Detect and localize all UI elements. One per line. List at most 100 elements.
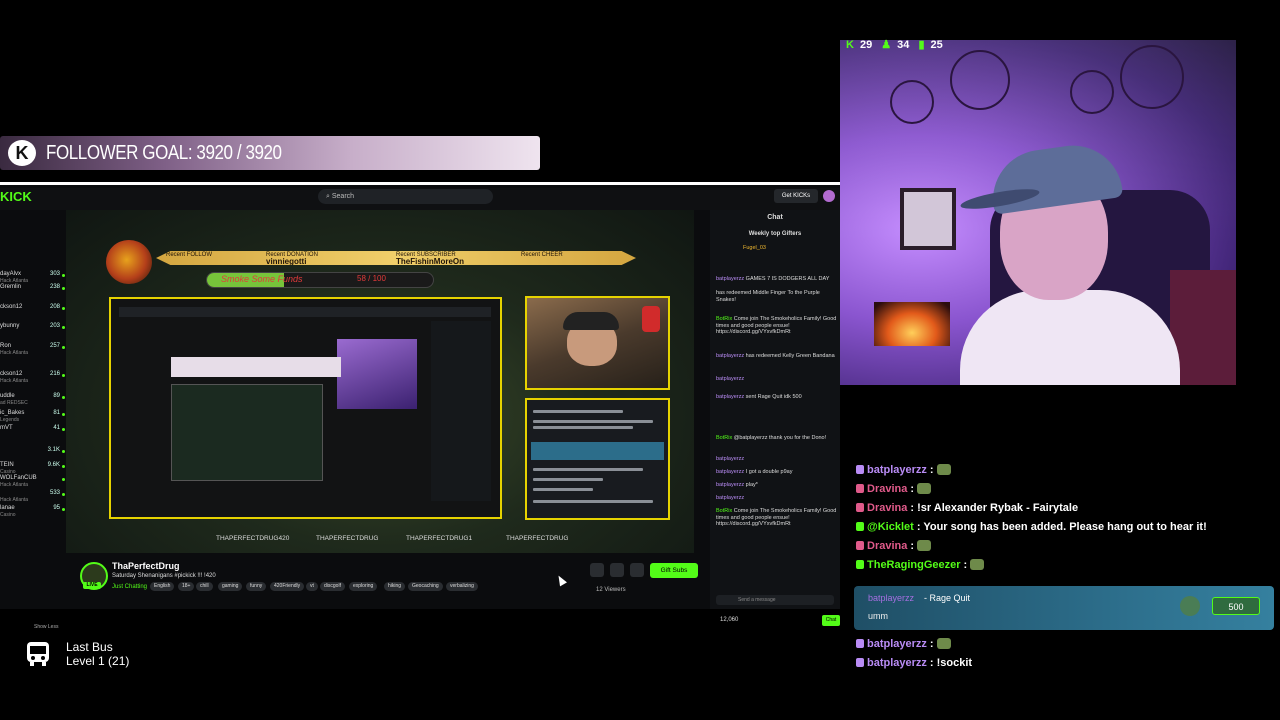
chat-text: @batplayerzz thank you for the Dono!	[733, 435, 827, 441]
overlay-username: Dravina	[867, 502, 908, 514]
overlay-chat-message: TheRagingGeezer:	[856, 559, 985, 575]
user-badge-icon	[856, 541, 864, 550]
sidebar-channel[interactable]: TEIN Casino 9.6K	[0, 462, 66, 475]
sidebar-channel[interactable]: lanae Casino 95	[0, 505, 66, 518]
kick-logo[interactable]: KICK	[0, 189, 32, 204]
stream-tag[interactable]: hiking	[384, 582, 406, 591]
overlay-message-text: :	[929, 464, 934, 476]
social-links-bar: THAPERFECTDRUG420 THAPERFECTDRUG THAPERF…	[216, 535, 696, 547]
redeem-user: batplayerzz	[868, 593, 915, 603]
get-kicks-button[interactable]: Get KICKs	[774, 189, 818, 203]
sidebar-channel[interactable]: uddle ad REDSEC 89	[0, 393, 66, 406]
chat-username[interactable]: batplayerzz	[716, 469, 744, 475]
sidebar-channel[interactable]: Hack Atlanta 533	[0, 490, 66, 503]
weekly-top-gifters: Weekly top Gifters	[748, 231, 802, 237]
chat-line	[533, 468, 643, 471]
channel-viewers: 257	[49, 343, 60, 349]
channel-viewers: 203	[49, 323, 60, 329]
live-dot-icon	[62, 374, 65, 377]
chat-header: Chat	[767, 214, 783, 221]
stream-tag[interactable]: Geocaching	[408, 582, 443, 591]
stream-tag[interactable]: English	[150, 582, 175, 591]
top-gifter: Fugel_03	[743, 245, 766, 251]
gift-subs-button[interactable]: Gift Subs	[650, 563, 698, 578]
chat-username[interactable]: batplayerzz	[716, 456, 744, 462]
overlay-username: @Kicklet	[867, 521, 914, 533]
chat-message: batplayerzz play*	[716, 482, 838, 489]
notification-bell-icon[interactable]	[590, 563, 604, 577]
chat-username[interactable]: batplayerzz	[716, 495, 744, 501]
recent-cheer: Recent CHEER	[521, 252, 563, 258]
chat-username[interactable]: BotRix	[716, 316, 732, 322]
stream-tag[interactable]: gaming	[218, 582, 243, 591]
overlay-message-text: :	[910, 540, 915, 552]
sidebar-channel[interactable]: ckson12 208	[0, 304, 66, 314]
sidebar-channel[interactable]: ic_Bakes Legends 81	[0, 410, 66, 423]
emote-icon	[917, 483, 932, 494]
channel-name: ic_Bakes	[0, 410, 25, 416]
stream-tag[interactable]: verbalizing	[446, 582, 478, 591]
chat-username[interactable]: batplayerzz	[716, 276, 744, 282]
send-message-input[interactable]: Send a message	[716, 595, 834, 605]
channel-name: WOLFanCUB	[0, 475, 37, 481]
bars-icon: ▮	[918, 39, 925, 51]
user-badge-icon	[856, 560, 864, 569]
nested-chat	[431, 321, 491, 501]
chat-username[interactable]: batplayerzz	[716, 376, 744, 382]
chat-username[interactable]: BotRix	[716, 435, 732, 441]
stream-tag[interactable]: vt	[306, 582, 318, 591]
heart-icon[interactable]	[610, 563, 624, 577]
user-badge-icon	[856, 522, 864, 531]
channel-viewers: 41	[53, 425, 60, 431]
channel-viewers: 303	[49, 271, 60, 277]
user-avatar[interactable]	[823, 190, 835, 202]
chat-text: has redeemed Middle Finger To the Purple…	[716, 290, 820, 303]
overlay-username: batplayerzz	[867, 464, 927, 476]
emote-icon	[970, 559, 985, 570]
search-input[interactable]: ⌕ Search	[318, 189, 493, 204]
stream-title: Saturday Shenanigans #pickick !!! !420	[112, 573, 216, 579]
stream-chat-overlay	[525, 398, 670, 520]
user-badge-icon	[856, 503, 864, 512]
overlay-message-text: : !sr Alexander Rybak - Fairytale	[910, 502, 1079, 514]
chat-username[interactable]: batplayerzz	[716, 353, 744, 359]
sidebar-channel[interactable]: 3.1K	[0, 447, 66, 457]
streamer-cap	[563, 312, 619, 330]
sidebar-channel[interactable]: ckson12 Hack Atlanta 216	[0, 371, 66, 384]
chat-username[interactable]: batplayerzz	[716, 394, 744, 400]
user-badge-icon	[856, 465, 864, 474]
sidebar-channel[interactable]: Gremlin 238	[0, 284, 66, 294]
stream-category[interactable]: Just Chatting	[112, 584, 147, 590]
chat-username[interactable]: batplayerzz	[716, 482, 744, 488]
stream-tag[interactable]: 18+	[178, 582, 195, 591]
lion-logo	[106, 240, 152, 284]
channel-viewers: 9.6K	[47, 462, 60, 468]
stream-tag[interactable]: chill	[196, 582, 213, 591]
overlay-message-text: :	[910, 483, 915, 495]
follower-goal-bar: K FOLLOWER GOAL: 3920 / 3920	[0, 136, 540, 170]
stream-tag[interactable]: 420Friendly	[270, 582, 305, 591]
stream-tag[interactable]: funny	[246, 582, 267, 591]
channel-name: mVT	[0, 425, 13, 431]
follower-goal-label: FOLLOWER GOAL: 3920 / 3920	[46, 142, 282, 164]
sidebar-channel[interactable]: mVT 41	[0, 425, 66, 435]
sidebar-channel[interactable]: Ron Hack Atlanta 257	[0, 343, 66, 356]
channel-viewers: 238	[49, 284, 60, 290]
overlay-chat-message: Dravina: !sr Alexander Rybak - Fairytale	[856, 502, 1078, 518]
live-dot-icon	[62, 413, 65, 416]
sidebar-channel[interactable]: WOLFanCUB Hack Atlanta	[0, 475, 66, 488]
overlay-chat-continued: batplayerzz: batplayerzz: !sockit	[856, 638, 1280, 678]
sidebar-channel[interactable]: ybunny 203	[0, 323, 66, 333]
chat-send-button[interactable]: Chat	[822, 615, 840, 626]
streamer-name[interactable]: ThaPerfectDrug	[112, 561, 180, 571]
sidebar-channel[interactable]: dayAlvx Hack Atlanta 303	[0, 271, 66, 284]
video-player[interactable]: Recent FOLLOW Recent DONATION vinniegotti…	[66, 210, 694, 553]
chat-username[interactable]: BotRix	[716, 508, 732, 514]
emote-icon	[936, 464, 951, 475]
overlay-username: batplayerzz	[867, 638, 927, 650]
live-dot-icon	[62, 478, 65, 481]
show-less-link[interactable]: Show Less	[34, 624, 58, 630]
share-icon[interactable]	[630, 563, 644, 577]
stream-tag[interactable]: discgolf	[320, 582, 345, 591]
stream-tag[interactable]: exploring	[349, 582, 378, 591]
